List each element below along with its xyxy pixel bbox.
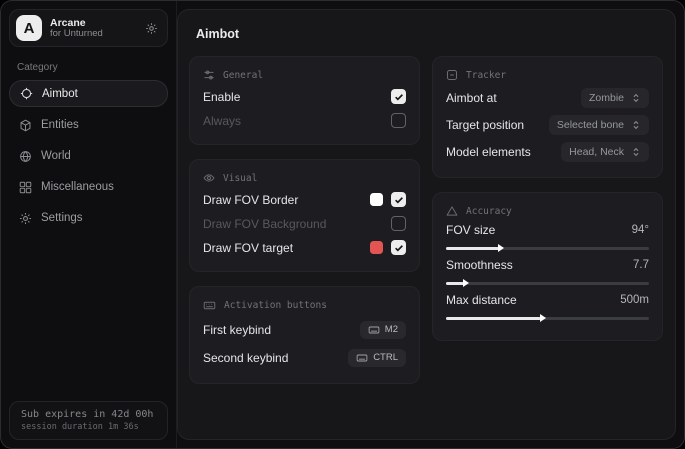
sidebar-item-label: World [41,150,71,162]
second-keybind-button[interactable]: CTRL [348,349,406,367]
chevron-up-down-icon [631,93,641,103]
app-window: A Arcane for Unturned Category A [0,0,685,449]
smoothness-value: 7.7 [633,259,649,271]
setting-row-aimbot-at: Aimbot at Zombie [446,85,649,111]
setting-label: FOV size [446,223,495,237]
dropdown-value: Head, Neck [569,146,624,158]
visual-section: Visual Draw FOV Border Draw FOV Backgrou… [189,159,420,272]
main-panel: Aimbot General Enable [177,9,676,440]
setting-label: Draw FOV target [203,241,293,255]
max-distance-value: 500m [620,294,649,306]
setting-label: Smoothness [446,258,513,272]
brand-subtitle: for Unturned [50,29,103,40]
section-title: Accuracy [466,206,512,217]
frame-minus-icon [446,69,458,81]
color-swatch[interactable] [370,241,383,254]
brand-logo: A [16,15,42,41]
activation-section: Activation buttons First keybind M2 [189,286,420,384]
setting-row-fov-border: Draw FOV Border [203,188,406,211]
triangle-icon [446,205,458,217]
target-position-dropdown[interactable]: Selected bone [549,115,649,135]
chevron-up-down-icon [631,147,641,157]
sidebar-item-settings[interactable]: Settings [9,205,168,231]
page-title: Aimbot [196,27,663,41]
setting-row-always: Always [203,109,406,132]
setting-row-smoothness: Smoothness 7.7 [446,258,649,287]
brand-name: Arcane [50,17,103,29]
dropdown-value: Zombie [589,92,624,104]
first-keybind-button[interactable]: M2 [360,321,406,339]
sliders-icon [203,69,215,81]
setting-row-second-keybind: Second keybind CTRL [203,344,406,371]
sidebar-item-entities[interactable]: Entities [9,112,168,138]
cube-icon [19,119,32,132]
setting-row-first-keybind: First keybind M2 [203,316,406,343]
setting-row-fov-size: FOV size 94° [446,223,649,252]
setting-label: Model elements [446,145,531,159]
always-checkbox[interactable] [391,113,406,128]
eye-icon [203,172,215,184]
setting-label: Draw FOV Border [203,193,298,207]
setting-label: Always [203,114,241,128]
section-title: Activation buttons [224,300,327,311]
category-label: Category [17,62,160,73]
fov-border-checkbox[interactable] [391,192,406,207]
setting-label: Enable [203,90,240,104]
setting-label: Max distance [446,293,517,307]
section-title: General [223,70,263,81]
setting-row-max-distance: Max distance 500m [446,293,649,322]
subscription-info: Sub expires in 42d 00h session duration … [9,401,168,440]
dropdown-value: Selected bone [557,119,624,131]
setting-label: Draw FOV Background [203,217,326,231]
section-title: Tracker [466,70,506,81]
gear-icon[interactable] [145,22,158,35]
sidebar: A Arcane for Unturned Category A [1,1,177,448]
session-duration-text: session duration 1m 36s [21,422,156,432]
keybind-value: CTRL [373,352,398,363]
max-distance-slider[interactable] [446,314,649,322]
section-title: Visual [223,173,257,184]
sidebar-item-world[interactable]: World [9,143,168,169]
sidebar-item-aimbot[interactable]: Aimbot [9,80,168,107]
sidebar-item-label: Settings [41,212,83,224]
setting-row-fov-target: Draw FOV target [203,236,406,259]
setting-label: Target position [446,118,524,132]
keyboard-icon [356,352,368,364]
setting-label: First keybind [203,323,271,337]
keybind-value: M2 [385,324,398,335]
gear-icon [19,212,32,225]
brand-card: A Arcane for Unturned [9,9,168,47]
accuracy-section: Accuracy FOV size 94° Smoothness [432,192,663,341]
tracker-section: Tracker Aimbot at Zombie [432,56,663,178]
sidebar-item-miscellaneous[interactable]: Miscellaneous [9,174,168,200]
color-swatch[interactable] [370,193,383,206]
general-section: General Enable Always [189,56,420,145]
enable-checkbox[interactable] [391,89,406,104]
aimbot-at-dropdown[interactable]: Zombie [581,88,649,108]
setting-label: Second keybind [203,351,288,365]
smoothness-slider[interactable] [446,279,649,287]
sub-expires-text: Sub expires in 42d 00h [21,409,156,420]
keyboard-icon [203,299,216,312]
sidebar-nav: Aimbot Entities World [9,80,168,234]
setting-row-target-position: Target position Selected bone [446,112,649,138]
chevron-up-down-icon [631,120,641,130]
keyboard-icon [368,324,380,336]
setting-label: Aimbot at [446,91,497,105]
crosshair-icon [20,87,33,100]
setting-row-enable: Enable [203,85,406,108]
globe-icon [19,150,32,163]
grid-icon [19,181,32,194]
fov-size-slider[interactable] [446,244,649,252]
sidebar-item-label: Entities [41,119,79,131]
sidebar-item-label: Aimbot [42,88,78,100]
fov-target-checkbox[interactable] [391,240,406,255]
fov-background-checkbox[interactable] [391,216,406,231]
model-elements-dropdown[interactable]: Head, Neck [561,142,649,162]
fov-size-value: 94° [632,224,649,236]
setting-row-fov-background: Draw FOV Background [203,212,406,235]
setting-row-model-elements: Model elements Head, Neck [446,139,649,165]
sidebar-item-label: Miscellaneous [41,181,114,193]
